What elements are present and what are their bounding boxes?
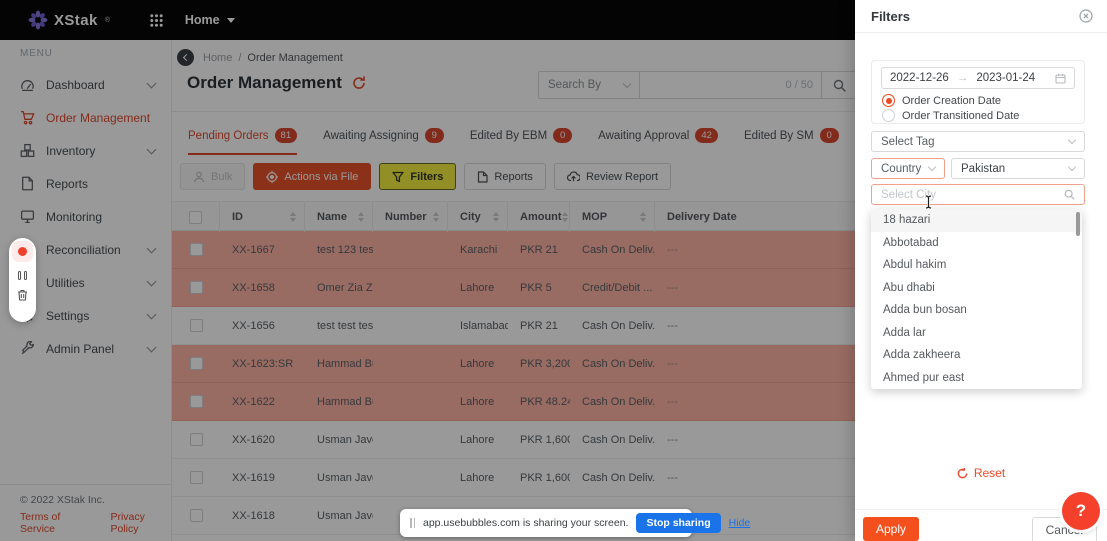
radio-selected-icon [882,94,895,107]
country-type-select[interactable]: Country [871,158,945,179]
city-option[interactable]: 18 hazari [871,209,1082,232]
scrollbar-thumb[interactable] [1076,212,1080,236]
reset-filters-button[interactable]: Reset [855,466,1107,480]
city-option[interactable]: Adda lar [871,322,1082,345]
date-to: 2023-01-24 [976,72,1035,84]
apply-button[interactable]: Apply [863,517,919,541]
radio-creation-label: Order Creation Date [902,95,1001,107]
city-option[interactable]: Adda zakheera [871,344,1082,367]
share-message: app.usebubbles.com is sharing your scree… [423,517,628,529]
drag-handle-icon[interactable] [410,518,415,528]
screen-share-bar: app.usebubbles.com is sharing your scree… [400,509,692,537]
filters-panel: Filters 2022-12-26 → 2023-01-24 Order Cr… [855,0,1107,541]
radio-transitioned-label: Order Transitioned Date [902,110,1019,122]
stop-sharing-button[interactable]: Stop sharing [636,513,720,533]
date-from: 2022-12-26 [890,72,949,84]
reset-label: Reset [974,466,1005,480]
filters-panel-title: Filters [871,9,910,24]
city-dropdown-list: 18 hazari Abbotabad Abdul hakim Abu dhab… [871,209,1082,389]
country-label: Country [881,163,921,175]
country-value-select[interactable]: Pakistan [951,158,1085,179]
city-placeholder: Select City [881,189,936,201]
radio-order-transitioned-date[interactable]: Order Transitioned Date [882,109,1019,122]
record-button[interactable] [12,241,33,262]
radio-order-creation-date[interactable]: Order Creation Date [882,94,1001,107]
chevron-down-icon [1068,136,1076,144]
city-options: 18 hazari Abbotabad Abdul hakim Abu dhab… [871,209,1082,389]
recording-widget [9,238,36,322]
calendar-icon [1055,73,1066,84]
record-dot-icon [18,247,27,256]
help-button[interactable]: ? [1062,492,1100,530]
city-option[interactable]: Ahmed pur east [871,367,1082,390]
hide-link[interactable]: Hide [729,517,751,529]
city-option[interactable]: Adda bun bosan [871,299,1082,322]
chevron-down-icon [928,163,936,171]
pause-icon[interactable] [18,271,28,280]
search-icon [1064,189,1075,200]
dim-overlay [0,0,855,541]
chevron-down-icon [1068,163,1076,171]
reset-icon [957,468,968,479]
radio-unselected-icon [882,109,895,122]
city-search-input[interactable]: Select City [871,184,1085,205]
date-arrow: → [957,72,969,84]
close-icon[interactable] [1079,9,1093,23]
city-option[interactable]: Abu dhabi [871,277,1082,300]
date-range-picker[interactable]: 2022-12-26 → 2023-01-24 [881,67,1075,89]
select-tag-dropdown[interactable]: Select Tag [871,131,1085,152]
country-value: Pakistan [961,163,1005,175]
city-option[interactable]: Abbotabad [871,232,1082,255]
city-option[interactable]: Abdul hakim [871,254,1082,277]
app-root: XStak ® Home MENU Dashboard [0,0,1107,541]
date-filter-group: 2022-12-26 → 2023-01-24 Order Creation D… [871,60,1085,124]
select-tag-placeholder: Select Tag [881,136,935,148]
trash-icon[interactable] [17,289,28,301]
